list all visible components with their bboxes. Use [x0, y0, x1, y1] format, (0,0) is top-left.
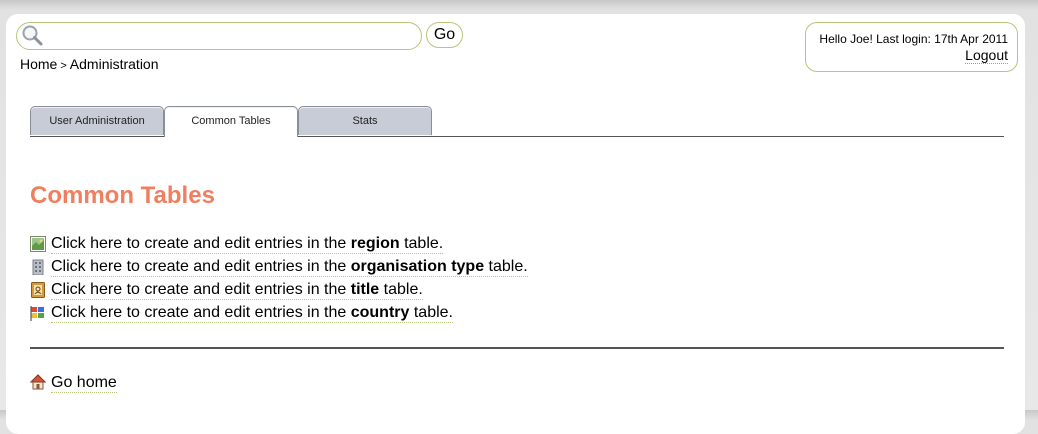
go-button[interactable]: Go — [426, 22, 463, 48]
content-panel — [6, 14, 1025, 434]
address-book-icon — [30, 282, 46, 298]
title-table-link[interactable]: Click here to create and edit entries in… — [51, 280, 423, 300]
link-suffix: table. — [404, 235, 444, 252]
link-suffix: table. — [413, 304, 453, 321]
link-keyword: country — [350, 304, 410, 321]
tab-common-tables[interactable]: Common Tables — [164, 106, 298, 137]
link-prefix: Click here to create and edit entries in… — [51, 304, 347, 321]
breadcrumb-current: Administration — [69, 56, 159, 72]
breadcrumb-separator: > — [60, 60, 67, 72]
flag-icon — [30, 305, 46, 321]
tab-user-administration[interactable]: User Administration — [30, 106, 164, 135]
link-prefix: Click here to create and edit entries in… — [51, 235, 347, 252]
link-prefix: Click here to create and edit entries in… — [51, 258, 347, 275]
breadcrumb-home-link[interactable]: Home — [20, 56, 57, 72]
organisation-type-table-link[interactable]: Click here to create and edit entries in… — [51, 257, 528, 277]
user-info-box: Hello Joe! Last login: 17th Apr 2011 Log… — [805, 22, 1018, 72]
breadcrumb: Home > Administration — [20, 56, 159, 72]
link-keyword: title — [350, 281, 380, 298]
link-keyword: region — [350, 235, 400, 252]
search-input[interactable] — [47, 26, 417, 48]
link-suffix: table. — [383, 281, 423, 298]
link-suffix: table. — [488, 258, 528, 275]
search-icon — [20, 24, 44, 48]
home-icon — [29, 374, 47, 390]
link-prefix: Click here to create and edit entries in… — [51, 281, 347, 298]
link-keyword: organisation type — [350, 258, 485, 275]
search-field-frame — [16, 22, 422, 50]
logout-link[interactable]: Logout — [965, 47, 1008, 64]
user-greeting: Hello Joe! Last login: 17th Apr 2011 — [819, 32, 1008, 46]
tab-stats[interactable]: Stats — [298, 106, 432, 135]
section-divider — [30, 347, 1004, 349]
map-icon — [30, 236, 46, 252]
go-home-link[interactable]: Go home — [51, 373, 117, 393]
region-table-link[interactable]: Click here to create and edit entries in… — [51, 234, 444, 254]
page-title: Common Tables — [30, 182, 215, 209]
building-icon — [30, 259, 46, 276]
tab-bar: User Administration Common Tables Stats — [30, 106, 1004, 137]
country-table-link[interactable]: Click here to create and edit entries in… — [51, 303, 453, 323]
